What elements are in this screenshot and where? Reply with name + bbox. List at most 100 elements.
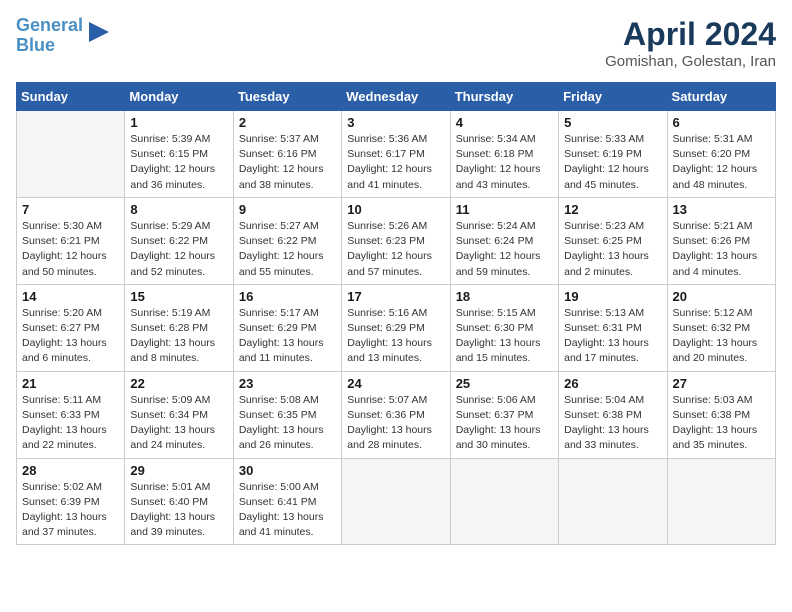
calendar-day: 10 Sunrise: 5:26 AMSunset: 6:23 PMDayligh… (342, 197, 450, 284)
day-of-week-header: Thursday (450, 83, 558, 111)
calendar-day: 17 Sunrise: 5:16 AMSunset: 6:29 PMDayligh… (342, 284, 450, 371)
day-number: 22 (130, 376, 227, 391)
title-area: April 2024 Gomishan, Golestan, Iran (605, 16, 776, 70)
calendar-day: 1 Sunrise: 5:39 AMSunset: 6:15 PMDaylight… (125, 111, 233, 198)
day-info: Sunrise: 5:03 AMSunset: 6:38 PMDaylight:… (673, 393, 770, 454)
day-number: 29 (130, 463, 227, 478)
calendar-day: 15 Sunrise: 5:19 AMSunset: 6:28 PMDayligh… (125, 284, 233, 371)
calendar-day: 16Sunrise: 5:17 AMSunset: 6:29 PMDayligh… (233, 284, 341, 371)
day-number: 11 (456, 202, 553, 217)
day-number: 26 (564, 376, 661, 391)
day-number: 27 (673, 376, 770, 391)
day-info: Sunrise: 5:16 AMSunset: 6:29 PMDaylight:… (347, 306, 444, 367)
calendar-day: 20Sunrise: 5:12 AMSunset: 6:32 PMDayligh… (667, 284, 775, 371)
day-number: 30 (239, 463, 336, 478)
day-number: 12 (564, 202, 661, 217)
day-info: Sunrise: 5:27 AMSunset: 6:22 PMDaylight:… (239, 219, 336, 280)
week-row: 21 Sunrise: 5:11 AMSunset: 6:33 PMDayligh… (17, 371, 776, 458)
calendar-day: 23Sunrise: 5:08 AMSunset: 6:35 PMDayligh… (233, 371, 341, 458)
day-number: 8 (130, 202, 227, 217)
calendar-day: 19 Sunrise: 5:13 AMSunset: 6:31 PMDayligh… (559, 284, 667, 371)
day-of-week-header: Monday (125, 83, 233, 111)
week-row: 7 Sunrise: 5:30 AMSunset: 6:21 PMDaylight… (17, 197, 776, 284)
day-number: 15 (130, 289, 227, 304)
day-info: Sunrise: 5:37 AMSunset: 6:16 PMDaylight:… (239, 132, 336, 193)
day-number: 24 (347, 376, 444, 391)
day-number: 1 (130, 115, 227, 130)
day-info: Sunrise: 5:01 AMSunset: 6:40 PMDaylight:… (130, 480, 227, 541)
day-number: 17 (347, 289, 444, 304)
calendar-day: 26 Sunrise: 5:04 AMSunset: 6:38 PMDayligh… (559, 371, 667, 458)
calendar-day: 3Sunrise: 5:36 AMSunset: 6:17 PMDaylight… (342, 111, 450, 198)
day-info: Sunrise: 5:26 AMSunset: 6:23 PMDaylight:… (347, 219, 444, 280)
day-number: 21 (22, 376, 119, 391)
calendar-day: 24 Sunrise: 5:07 AMSunset: 6:36 PMDayligh… (342, 371, 450, 458)
day-number: 2 (239, 115, 336, 130)
calendar-day: 21 Sunrise: 5:11 AMSunset: 6:33 PMDayligh… (17, 371, 125, 458)
calendar-day: 14 Sunrise: 5:20 AMSunset: 6:27 PMDayligh… (17, 284, 125, 371)
day-info: Sunrise: 5:02 AMSunset: 6:39 PMDaylight:… (22, 480, 119, 541)
calendar-day (342, 458, 450, 545)
day-number: 19 (564, 289, 661, 304)
day-info: Sunrise: 5:30 AMSunset: 6:21 PMDaylight:… (22, 219, 119, 280)
day-number: 14 (22, 289, 119, 304)
day-of-week-header: Sunday (17, 83, 125, 111)
day-info: Sunrise: 5:00 AMSunset: 6:41 PMDaylight:… (239, 480, 336, 541)
calendar-day: 27 Sunrise: 5:03 AMSunset: 6:38 PMDayligh… (667, 371, 775, 458)
calendar-header-row: SundayMondayTuesdayWednesdayThursdayFrid… (17, 83, 776, 111)
day-info: Sunrise: 5:24 AMSunset: 6:24 PMDaylight:… (456, 219, 553, 280)
day-info: Sunrise: 5:07 AMSunset: 6:36 PMDaylight:… (347, 393, 444, 454)
day-info: Sunrise: 5:33 AMSunset: 6:19 PMDaylight:… (564, 132, 661, 193)
day-info: Sunrise: 5:09 AMSunset: 6:34 PMDaylight:… (130, 393, 227, 454)
calendar-day: 8 Sunrise: 5:29 AMSunset: 6:22 PMDaylight… (125, 197, 233, 284)
calendar-day: 6 Sunrise: 5:31 AMSunset: 6:20 PMDaylight… (667, 111, 775, 198)
logo-text: General Blue (16, 16, 83, 56)
day-info: Sunrise: 5:12 AMSunset: 6:32 PMDaylight:… (673, 306, 770, 367)
day-number: 7 (22, 202, 119, 217)
location: Gomishan, Golestan, Iran (605, 53, 776, 70)
day-info: Sunrise: 5:31 AMSunset: 6:20 PMDaylight:… (673, 132, 770, 193)
day-of-week-header: Tuesday (233, 83, 341, 111)
day-info: Sunrise: 5:04 AMSunset: 6:38 PMDaylight:… (564, 393, 661, 454)
calendar-day: 2 Sunrise: 5:37 AMSunset: 6:16 PMDaylight… (233, 111, 341, 198)
calendar-table: SundayMondayTuesdayWednesdayThursdayFrid… (16, 82, 776, 545)
calendar-day: 25 Sunrise: 5:06 AMSunset: 6:37 PMDayligh… (450, 371, 558, 458)
week-row: 1 Sunrise: 5:39 AMSunset: 6:15 PMDaylight… (17, 111, 776, 198)
day-number: 6 (673, 115, 770, 130)
calendar-day: 7 Sunrise: 5:30 AMSunset: 6:21 PMDaylight… (17, 197, 125, 284)
day-number: 25 (456, 376, 553, 391)
day-number: 10 (347, 202, 444, 217)
logo-arrow-icon (85, 18, 113, 46)
day-info: Sunrise: 5:20 AMSunset: 6:27 PMDaylight:… (22, 306, 119, 367)
calendar-day: 28 Sunrise: 5:02 AMSunset: 6:39 PMDayligh… (17, 458, 125, 545)
day-number: 18 (456, 289, 553, 304)
day-number: 13 (673, 202, 770, 217)
day-info: Sunrise: 5:06 AMSunset: 6:37 PMDaylight:… (456, 393, 553, 454)
calendar-day: 12 Sunrise: 5:23 AMSunset: 6:25 PMDayligh… (559, 197, 667, 284)
calendar-day (17, 111, 125, 198)
day-info: Sunrise: 5:11 AMSunset: 6:33 PMDaylight:… (22, 393, 119, 454)
day-info: Sunrise: 5:39 AMSunset: 6:15 PMDaylight:… (130, 132, 227, 193)
calendar-day: 4Sunrise: 5:34 AMSunset: 6:18 PMDaylight… (450, 111, 558, 198)
day-info: Sunrise: 5:13 AMSunset: 6:31 PMDaylight:… (564, 306, 661, 367)
week-row: 14 Sunrise: 5:20 AMSunset: 6:27 PMDayligh… (17, 284, 776, 371)
calendar-day: 9Sunrise: 5:27 AMSunset: 6:22 PMDaylight… (233, 197, 341, 284)
day-of-week-header: Wednesday (342, 83, 450, 111)
calendar-day (667, 458, 775, 545)
day-number: 5 (564, 115, 661, 130)
day-number: 3 (347, 115, 444, 130)
calendar-day: 22 Sunrise: 5:09 AMSunset: 6:34 PMDayligh… (125, 371, 233, 458)
day-info: Sunrise: 5:17 AMSunset: 6:29 PMDaylight:… (239, 306, 336, 367)
calendar-day (559, 458, 667, 545)
day-number: 28 (22, 463, 119, 478)
month-title: April 2024 (605, 16, 776, 53)
calendar-day: 13Sunrise: 5:21 AMSunset: 6:26 PMDayligh… (667, 197, 775, 284)
week-row: 28 Sunrise: 5:02 AMSunset: 6:39 PMDayligh… (17, 458, 776, 545)
day-info: Sunrise: 5:29 AMSunset: 6:22 PMDaylight:… (130, 219, 227, 280)
day-info: Sunrise: 5:19 AMSunset: 6:28 PMDaylight:… (130, 306, 227, 367)
calendar-day: 18Sunrise: 5:15 AMSunset: 6:30 PMDayligh… (450, 284, 558, 371)
day-of-week-header: Saturday (667, 83, 775, 111)
day-of-week-header: Friday (559, 83, 667, 111)
day-info: Sunrise: 5:23 AMSunset: 6:25 PMDaylight:… (564, 219, 661, 280)
day-info: Sunrise: 5:08 AMSunset: 6:35 PMDaylight:… (239, 393, 336, 454)
